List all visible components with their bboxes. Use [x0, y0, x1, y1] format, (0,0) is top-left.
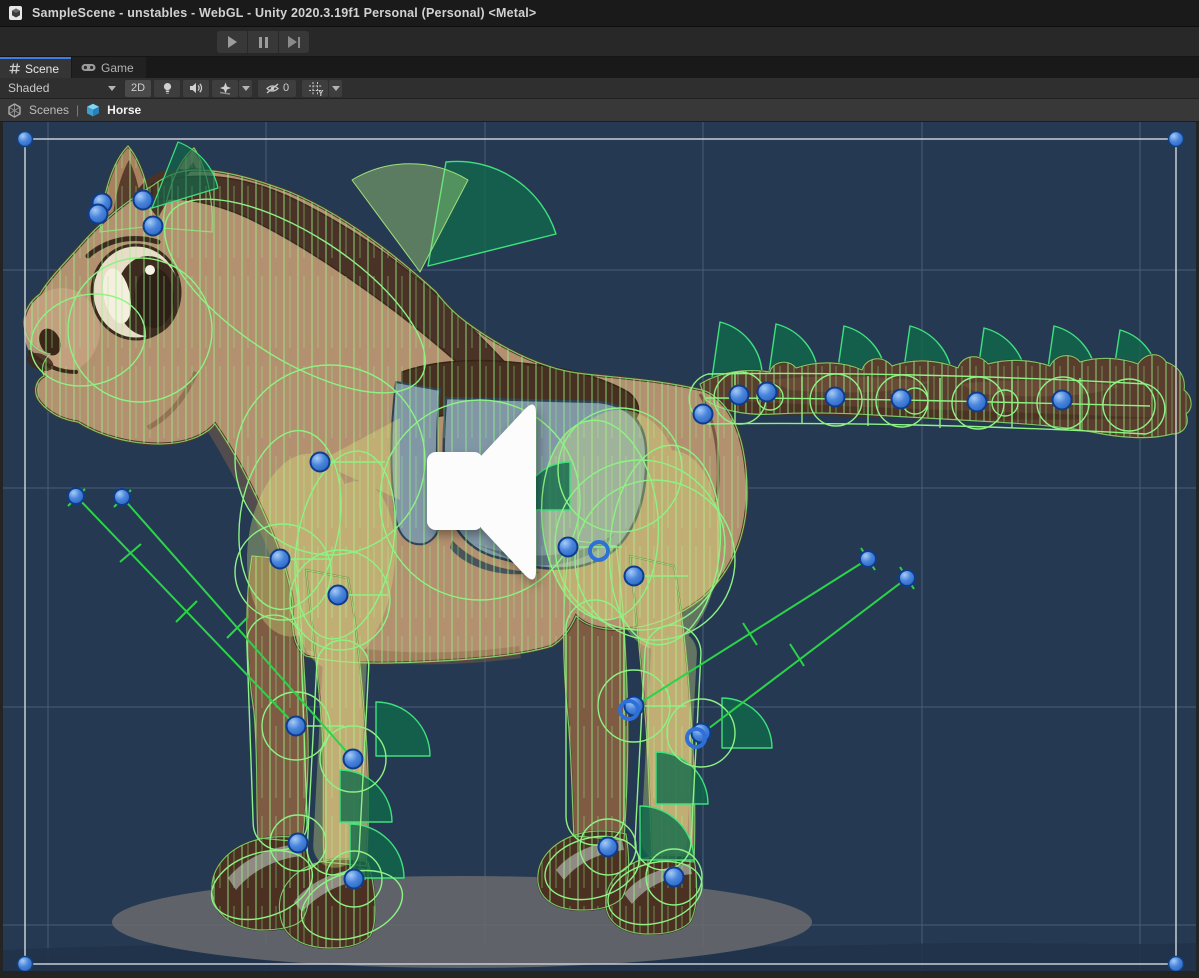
tab-game-label: Game [101, 61, 134, 75]
eye-slash-icon [265, 83, 280, 94]
tab-game[interactable]: Game [72, 57, 146, 78]
scene-viewport-frame [0, 122, 1199, 978]
speaker-icon [189, 82, 203, 94]
hidden-objects-button[interactable]: 0 [258, 80, 296, 97]
effects-star-icon [219, 82, 232, 95]
window-title: SampleScene - unstables - WebGL - Unity … [32, 6, 536, 20]
draw-mode-dropdown[interactable]: Shaded [8, 81, 122, 95]
scene-lighting-toggle[interactable] [154, 80, 180, 97]
breadcrumb-current-object[interactable]: Horse [107, 103, 141, 117]
step-button[interactable] [279, 31, 309, 53]
prefab-breadcrumb-bar: Scenes | Horse [0, 99, 1199, 122]
grid-axis-label: Y [318, 89, 323, 98]
effects-visibility-button[interactable] [212, 80, 238, 97]
gamepad-icon [81, 63, 96, 72]
main-toolbar [0, 27, 1199, 57]
play-button[interactable] [217, 31, 247, 53]
unity-editor-window: SampleScene - unstables - WebGL - Unity … [0, 0, 1199, 978]
2d-label: 2D [131, 82, 145, 94]
view-tab-bar: Scene Game [0, 57, 1199, 78]
grid-visibility-button[interactable]: Y [302, 80, 328, 97]
unity-app-icon [8, 5, 24, 21]
prefab-cube-icon [86, 103, 100, 117]
lightbulb-icon [162, 82, 173, 95]
breadcrumb-scenes[interactable]: Scenes [29, 103, 69, 117]
draw-mode-label: Shaded [8, 81, 49, 95]
play-icon [228, 36, 237, 48]
pause-icon [259, 37, 268, 48]
chevron-down-icon [332, 86, 340, 91]
unity-logo-icon [7, 103, 22, 118]
grid-dropdown-button[interactable] [329, 80, 342, 97]
scene-audio-toggle[interactable] [183, 80, 209, 97]
tab-scene[interactable]: Scene [0, 57, 71, 78]
chevron-down-icon [242, 86, 250, 91]
scene-viewport[interactable] [3, 122, 1196, 971]
scene-viewport-canvas[interactable] [3, 122, 1196, 971]
pause-button[interactable] [248, 31, 278, 53]
scene-view-toolbar: Shaded 2D [0, 78, 1199, 99]
grid-hash-icon [9, 63, 20, 74]
tab-scene-label: Scene [25, 62, 59, 76]
window-title-bar: SampleScene - unstables - WebGL - Unity … [0, 0, 1199, 27]
chevron-down-icon [108, 86, 116, 91]
2d-toggle-button[interactable]: 2D [125, 80, 151, 97]
breadcrumb-separator: | [76, 103, 79, 117]
hidden-count-label: 0 [283, 82, 289, 94]
step-forward-icon [288, 36, 300, 48]
effects-dropdown-button[interactable] [239, 80, 252, 97]
